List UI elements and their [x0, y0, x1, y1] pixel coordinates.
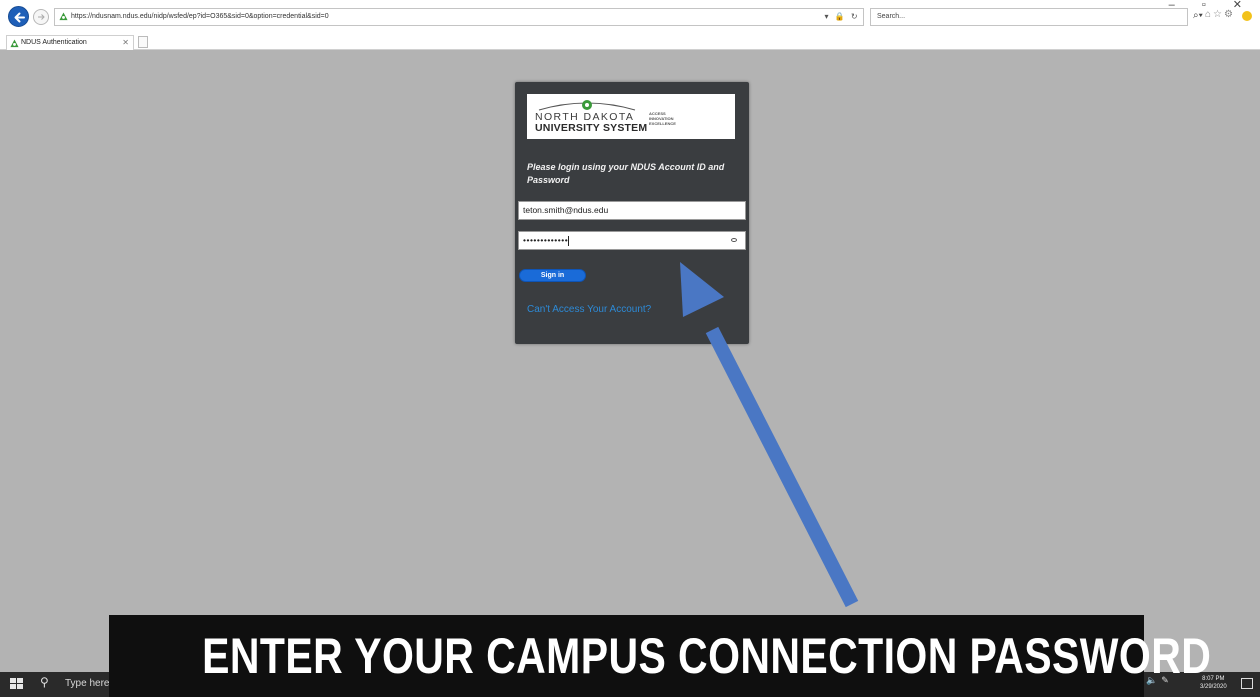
password-field[interactable]: •••••••••••••	[518, 231, 746, 250]
screen: https://ndusnam.ndus.edu/nidp/wsfed/ep?i…	[0, 0, 1260, 697]
reveal-password-icon[interactable]	[731, 238, 737, 242]
arrow-shaft	[705, 326, 859, 608]
username-value: teton.smith@ndus.edu	[523, 205, 609, 215]
arrow-right-icon	[38, 14, 45, 20]
clock-date: 3/29/2020	[1200, 684, 1227, 690]
login-prompt: Please login using your NDUS Account ID …	[527, 162, 725, 185]
forward-button[interactable]	[33, 9, 49, 25]
tab-title: NDUS Authentication	[21, 39, 87, 46]
logo-tagline: ACCESS INNOVATION EXCELLENCE	[649, 111, 676, 126]
text-caret	[568, 235, 570, 246]
feedback-smiley-icon[interactable]	[1242, 11, 1252, 21]
window-controls[interactable]: – ▫ ✕	[1169, 0, 1254, 11]
caption-banner: ENTER YOUR CAMPUS CONNECTION PASSWORD	[109, 615, 1212, 697]
ndus-logo: NORTH DAKOTA UNIVERSITY SYSTEM ACCESS IN…	[527, 94, 735, 139]
url-text: https://ndusnam.ndus.edu/nidp/wsfed/ep?i…	[71, 13, 329, 20]
close-tab-icon[interactable]: ✕	[122, 36, 129, 50]
search-icon[interactable]: ⌕▾	[1193, 10, 1203, 21]
login-panel: NORTH DAKOTA UNIVERSITY SYSTEM ACCESS IN…	[515, 82, 749, 344]
logo-emblem	[538, 100, 636, 111]
logo-line2: UNIVERSITY SYSTEM	[535, 122, 648, 134]
address-bar[interactable]: https://ndusnam.ndus.edu/nidp/wsfed/ep?i…	[54, 8, 864, 26]
sign-in-button[interactable]: Sign in	[519, 269, 586, 282]
navigation-bar: https://ndusnam.ndus.edu/nidp/wsfed/ep?i…	[0, 0, 1260, 32]
username-field[interactable]: teton.smith@ndus.edu	[518, 201, 746, 220]
arrow-left-icon	[14, 12, 25, 23]
taskbar-search-icon[interactable]: ⚲	[40, 675, 49, 689]
taskbar-search-input[interactable]: Type here	[65, 678, 109, 689]
cant-access-account-link[interactable]: Can't Access Your Account?	[527, 304, 651, 315]
back-button[interactable]	[8, 6, 29, 27]
notification-icon[interactable]	[1241, 678, 1253, 689]
tab-ndus-authentication[interactable]: NDUS Authentication ✕	[6, 35, 134, 50]
ndus-favicon-icon	[10, 39, 19, 48]
password-value: •••••••••••••	[523, 235, 569, 245]
caption-text: ENTER YOUR CAMPUS CONNECTION PASSWORD	[202, 628, 1212, 684]
browser-chrome: https://ndusnam.ndus.edu/nidp/wsfed/ep?i…	[0, 0, 1260, 50]
browser-search-input[interactable]: Search...	[870, 8, 1188, 26]
new-tab-button[interactable]	[138, 36, 148, 48]
ndus-favicon-icon	[59, 12, 68, 21]
address-tools[interactable]: ▾ 🔒 ↻	[820, 8, 864, 26]
windows-start-icon[interactable]	[10, 678, 24, 690]
